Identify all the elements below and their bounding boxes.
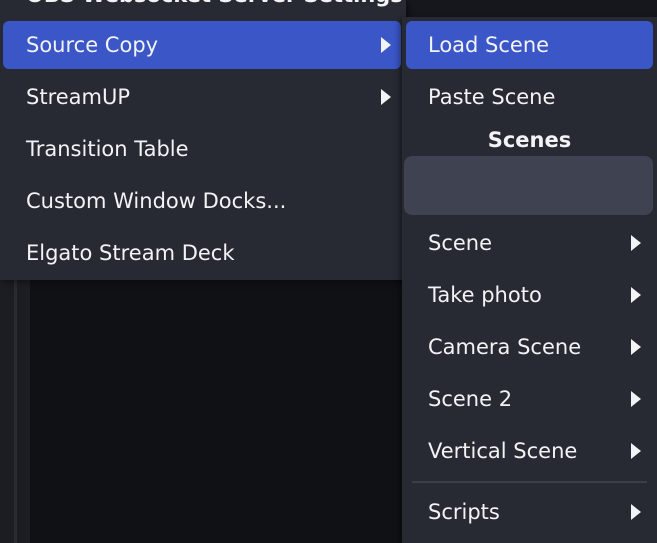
menu-item-websocket-settings[interactable]: OBS Websocket Server Settings — [26, 0, 403, 10]
menu-item-transition-table[interactable]: Transition Table — [3, 125, 401, 173]
menu-item-label: StreamUP — [26, 85, 131, 109]
menu-item-paste-scene[interactable]: Paste Scene — [406, 73, 653, 121]
menu-item-label: Custom Window Docks... — [26, 189, 287, 213]
menu-item-label: Vertical Scene — [428, 439, 578, 463]
chevron-right-icon — [381, 37, 391, 53]
menu-item-camera-scene[interactable]: Camera Scene — [406, 323, 653, 371]
source-copy-submenu: Load Scene Paste Scene Scenes Scene Take… — [402, 17, 657, 543]
menu-item-load-scene[interactable]: Load Scene — [406, 21, 653, 69]
dock-divider[interactable] — [14, 280, 17, 543]
chevron-right-icon — [381, 89, 391, 105]
chevron-right-icon — [631, 339, 641, 355]
tools-menu: OBS Websocket Server Settings Source Cop… — [0, 0, 406, 280]
chevron-right-icon — [631, 443, 641, 459]
menu-item-label: Scene — [428, 231, 493, 255]
menu-item-label: Source Copy — [26, 33, 159, 57]
menu-item-label: Load Scene — [428, 33, 550, 57]
section-header-scenes: Scenes — [487, 128, 572, 152]
menu-item-label: Camera Scene — [428, 335, 582, 359]
menu-item-take-photo[interactable]: Take photo — [406, 271, 653, 319]
menu-item-scripts[interactable]: Scripts — [406, 488, 653, 536]
menu-separator — [412, 481, 647, 483]
chevron-right-icon — [631, 235, 641, 251]
chevron-right-icon — [631, 504, 641, 520]
chevron-right-icon — [631, 391, 641, 407]
menu-item-label: Transition Table — [26, 137, 189, 161]
menu-item-source-copy[interactable]: Source Copy — [3, 21, 401, 69]
menu-item-label: Take photo — [428, 283, 542, 307]
menu-item-label: Scripts — [428, 500, 500, 524]
menu-item-vertical-scene[interactable]: Vertical Scene — [406, 427, 653, 475]
menu-item-label: Paste Scene — [428, 85, 556, 109]
menu-item-elgato-stream-deck[interactable]: Elgato Stream Deck — [3, 229, 401, 277]
menu-item-scene-2[interactable]: Scene 2 — [406, 375, 653, 423]
menu-item-streamup[interactable]: StreamUP — [3, 73, 401, 121]
menu-item-scene[interactable]: Scene — [406, 219, 653, 267]
screen: OBS Websocket Server Settings Source Cop… — [0, 0, 657, 543]
menu-item-custom-window-docks[interactable]: Custom Window Docks... — [3, 177, 401, 225]
menu-item-label: Elgato Stream Deck — [26, 241, 235, 265]
menu-item-label: Scene 2 — [428, 387, 513, 411]
chevron-right-icon — [631, 287, 641, 303]
scene-search-input[interactable] — [404, 156, 653, 215]
dock-panel — [30, 280, 402, 543]
